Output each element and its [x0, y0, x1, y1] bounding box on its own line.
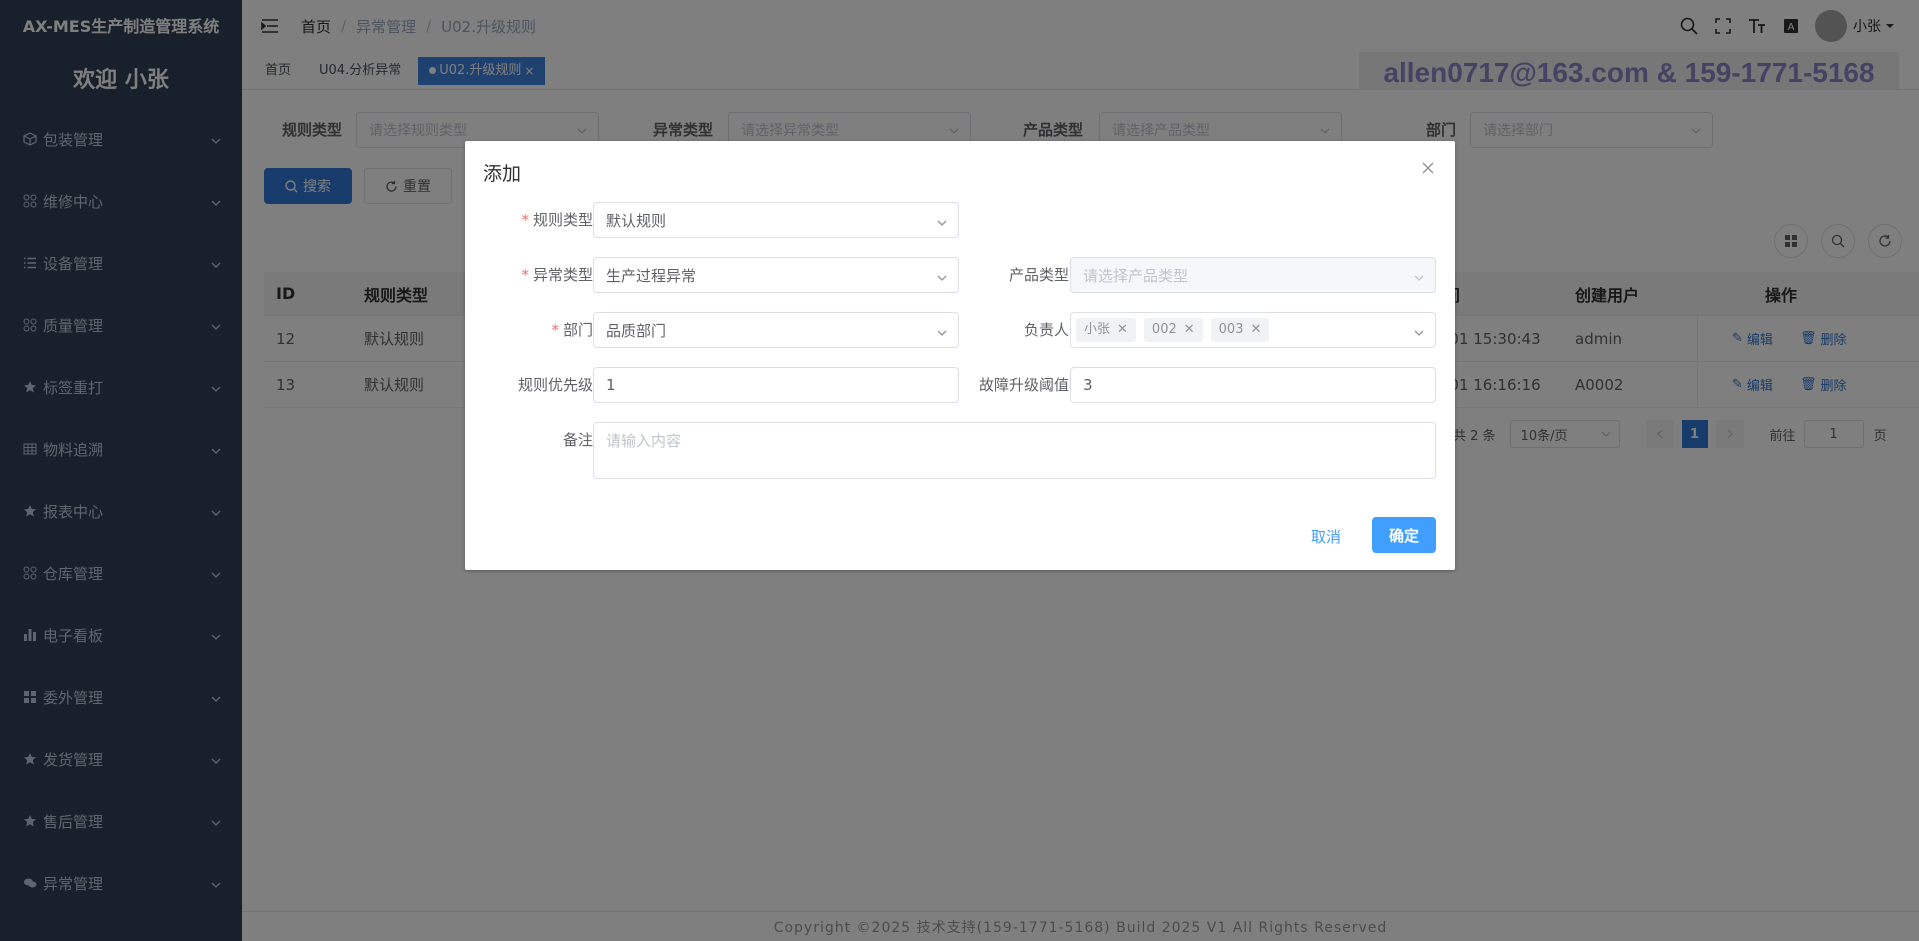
owner-tag: 002 ✕: [1143, 318, 1203, 342]
priority-label: 规则优先级: [517, 376, 593, 394]
rule-type-select[interactable]: 默认规则: [593, 202, 959, 238]
owner-tag: 003 ✕: [1210, 318, 1270, 342]
close-icon[interactable]: [1421, 161, 1437, 177]
threshold-label: 故障升级阈值: [978, 376, 1069, 394]
threshold-input[interactable]: 3: [1070, 367, 1436, 403]
close-icon[interactable]: ✕: [1250, 318, 1261, 342]
owner-multiselect[interactable]: 小张 ✕ 002 ✕ 003 ✕: [1070, 312, 1436, 348]
exc-type-label: * 异常类型: [521, 266, 593, 284]
owner-tag: 小张 ✕: [1076, 318, 1136, 342]
chevron-down-icon: [936, 215, 948, 227]
confirm-button[interactable]: 确定: [1372, 517, 1436, 553]
dept-select[interactable]: 品质部门: [593, 312, 959, 348]
exc-type-select[interactable]: 生产过程异常: [593, 257, 959, 293]
close-icon[interactable]: ✕: [1117, 318, 1128, 342]
remark-label: 备注: [562, 431, 593, 449]
chevron-down-icon: [1413, 270, 1425, 282]
owner-label: 负责人: [1023, 321, 1069, 339]
chevron-down-icon: [1413, 325, 1425, 337]
close-icon[interactable]: ✕: [1184, 318, 1195, 342]
priority-input[interactable]: 1: [593, 367, 959, 403]
chevron-down-icon: [936, 325, 948, 337]
dialog-title: 添加: [483, 163, 522, 185]
product-type-label: 产品类型: [1008, 266, 1069, 284]
chevron-down-icon: [936, 270, 948, 282]
cancel-button[interactable]: 取消: [1311, 526, 1341, 547]
remark-textarea[interactable]: 请输入内容: [593, 422, 1436, 479]
dept-label: * 部门: [551, 321, 593, 339]
rule-type-label: * 规则类型: [521, 211, 593, 229]
add-dialog: 添加 * 规则类型 默认规则 * 异常类型 生产过程异常 产品类型 请选择产品类型 …: [465, 141, 1455, 570]
product-type-select[interactable]: 请选择产品类型: [1070, 257, 1436, 293]
